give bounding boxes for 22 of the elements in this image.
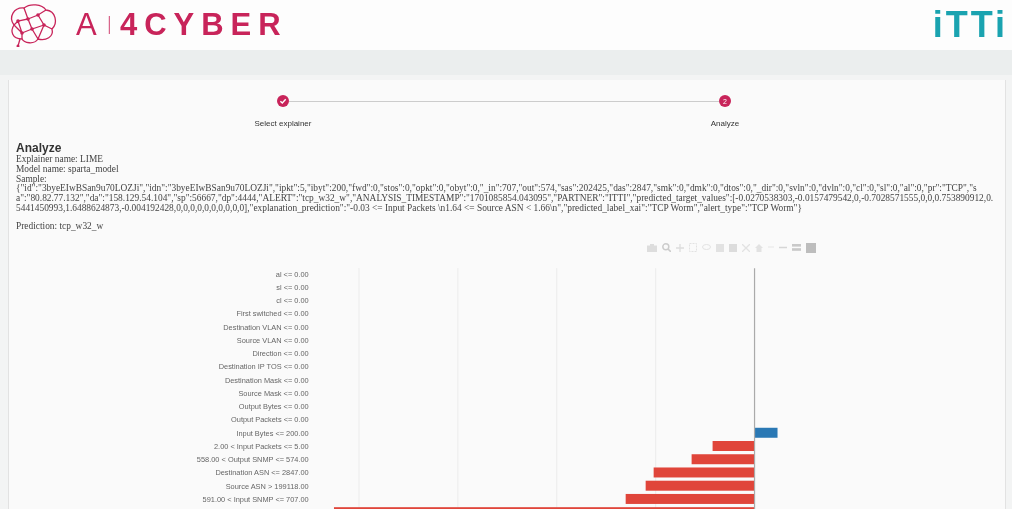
logo-text: A <box>76 7 102 43</box>
prediction-text: Prediction: tcp_w32_w <box>16 221 105 232</box>
box-select-icon[interactable] <box>689 243 697 253</box>
step-label: Select explainer <box>254 119 312 128</box>
compare-icon[interactable] <box>792 244 801 252</box>
model-name: Model name: sparta_model <box>16 164 120 175</box>
home-icon[interactable] <box>755 243 763 252</box>
plus-icon[interactable] <box>676 243 684 252</box>
step-label: Analyze <box>710 119 740 128</box>
camera-icon[interactable] <box>647 243 657 252</box>
bar <box>712 440 755 451</box>
zoom-icon[interactable] <box>662 243 671 253</box>
section-title: Analyze <box>16 142 63 155</box>
partner-logo: iTTi <box>932 7 1008 43</box>
bar <box>754 427 778 438</box>
bar <box>691 453 755 464</box>
sample-json: {"id":"3byeEIwBSan9u70LOZJi","idn":"3byeEIwBSan9u70LOZJi","ipkt":5,"ibyt":200,"fwd":0,"stos":0,"opkt":0,"obyt":0,"_in":707,"out":574,"sas":202425,"das":2847,"smk":0,"dmk":0,"dtos":0,"_dir":0,"svln":0,"dvln":0,"cl":0,"sl":0,"al":0,"pr":"TCP","sa":"80.82.77.132","da":"158.129.54.104","sp":56667,"dp":4444,"ALERT":"tcp_w32_w","ANALYSIS_TIMESTAMP":"1701085854.043095","PARTNER":"ITTI","predicted_target_values":[-0.0270538303,-0.0157479542,0,-0.7028571555,0,0,0.753890912,0.5441450993,1.6488624873,-0.004192428,0,0,0,0,0,0,0,0,0,0],"explanation_prediction":"-0.03 <= Input Packets \n1.64 <= Source ASN < 1.66\n","predicted_label_xai":"TCP Worm","alert_type":"TCP Worm"} <box>16 184 995 214</box>
autoscale-icon[interactable] <box>742 243 750 252</box>
logo-text: 4CYBER <box>119 7 288 43</box>
explainer-name: Explainer name: LIME <box>16 155 104 165</box>
sample-label: Sample: <box>16 174 48 185</box>
logo-text: I <box>107 9 112 41</box>
